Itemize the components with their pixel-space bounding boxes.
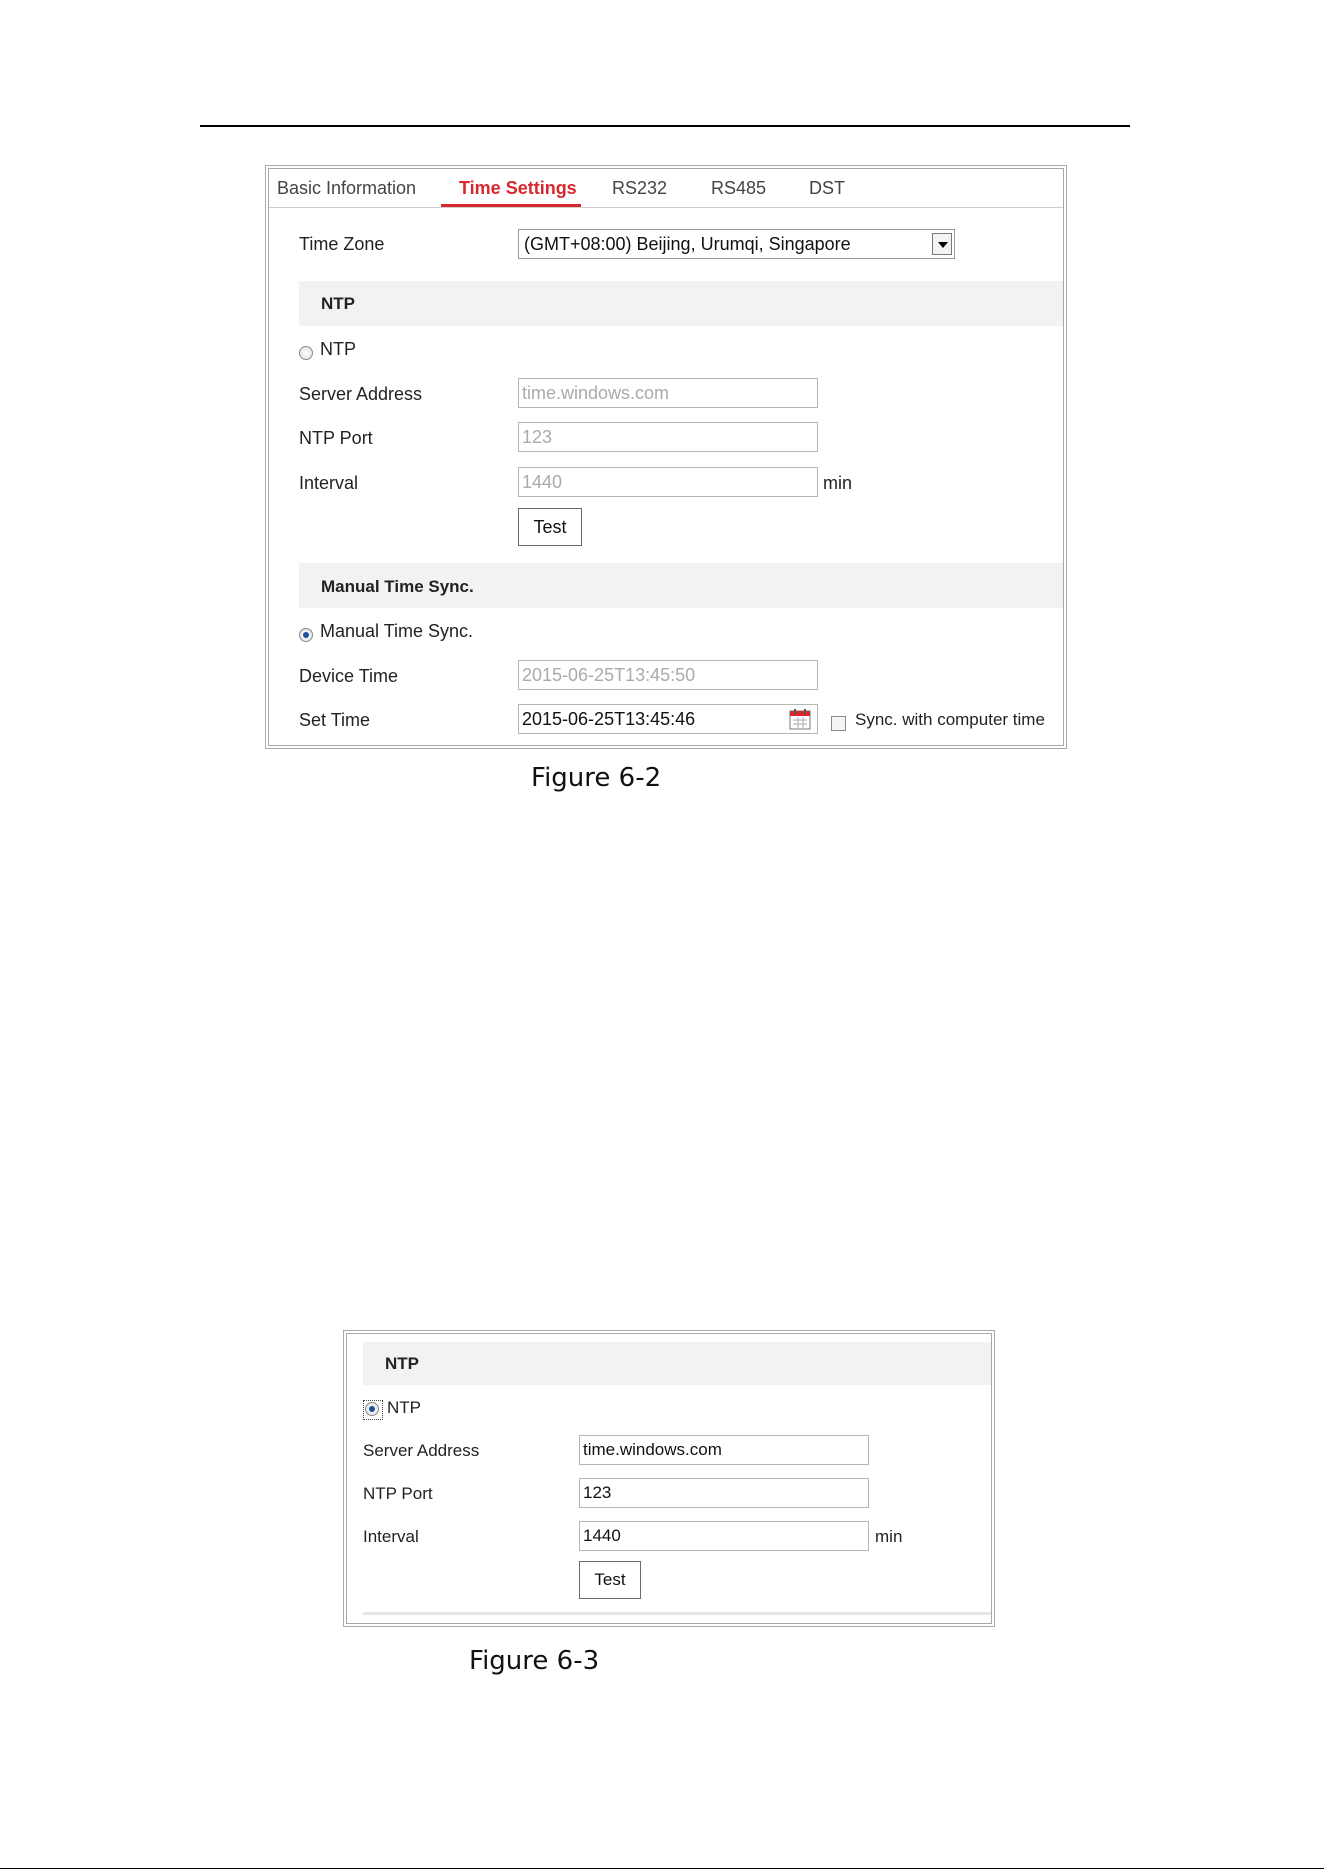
ntp-radio[interactable] (365, 1402, 379, 1416)
server-address-label: Server Address (299, 384, 423, 404)
page-header-rule (200, 125, 1130, 127)
ntp-port-input[interactable]: 123 (518, 422, 818, 452)
tab-rs232[interactable]: RS232 (612, 175, 667, 201)
server-address-input[interactable]: time.windows.com (579, 1435, 869, 1465)
sync-computer-time-checkbox[interactable] (831, 716, 846, 731)
ntp-section-title: NTP (321, 294, 355, 313)
calendar-icon[interactable] (789, 708, 811, 730)
ntp-port-label: NTP Port (363, 1484, 433, 1503)
ntp-section-title: NTP (385, 1354, 419, 1373)
interval-unit: min (823, 473, 853, 493)
set-time-label: Set Time (299, 710, 371, 730)
set-time-input[interactable]: 2015-06-25T13:45:46 (518, 704, 818, 734)
ntp-section-header (363, 1342, 991, 1385)
tab-bar: Basic Information Time Settings RS232 RS… (269, 169, 1063, 208)
interval-label: Interval (363, 1527, 419, 1546)
ntp-settings-panel: NTP NTP Server Address time.windows.com … (343, 1330, 995, 1627)
interval-unit: min (875, 1527, 903, 1546)
ntp-port-input[interactable]: 123 (579, 1478, 869, 1508)
active-tab-indicator (441, 204, 581, 207)
time-zone-value: (GMT+08:00) Beijing, Urumqi, Singapore (524, 234, 851, 254)
manual-sync-radio-label: Manual Time Sync. (320, 621, 474, 641)
test-button[interactable]: Test (579, 1561, 641, 1599)
ntp-radio[interactable] (299, 346, 313, 360)
tab-dst[interactable]: DST (809, 175, 845, 201)
server-address-label: Server Address (363, 1441, 480, 1460)
interval-input[interactable]: 1440 (518, 467, 818, 497)
interval-label: Interval (299, 473, 359, 493)
device-time-label: Device Time (299, 666, 399, 686)
tab-rs485[interactable]: RS485 (711, 175, 766, 201)
ntp-section-header (299, 281, 1063, 326)
ntp-radio-label: NTP (320, 339, 356, 359)
time-settings-panel: Basic Information Time Settings RS232 RS… (265, 165, 1067, 749)
tab-time-settings[interactable]: Time Settings (459, 175, 577, 201)
panel-bottom-band (363, 1612, 991, 1615)
sync-computer-time-label: Sync. with computer time (855, 710, 1045, 729)
device-time-input: 2015-06-25T13:45:50 (518, 660, 818, 690)
page-footer-rule (0, 1868, 1324, 1869)
manual-sync-radio[interactable] (299, 628, 313, 642)
test-button[interactable]: Test (518, 508, 582, 546)
chevron-down-icon[interactable] (932, 233, 952, 255)
ntp-radio-label: NTP (387, 1398, 421, 1417)
time-zone-label: Time Zone (299, 234, 385, 254)
tab-basic-information[interactable]: Basic Information (277, 175, 416, 201)
figure-caption-6-3: Figure 6-3 (469, 1646, 600, 1676)
time-zone-select[interactable]: (GMT+08:00) Beijing, Urumqi, Singapore (518, 229, 955, 259)
server-address-input[interactable]: time.windows.com (518, 378, 818, 408)
interval-input[interactable]: 1440 (579, 1521, 869, 1551)
manual-sync-section-title: Manual Time Sync. (321, 577, 474, 596)
figure-caption-6-2: Figure 6-2 (531, 763, 662, 793)
ntp-port-label: NTP Port (299, 428, 373, 448)
